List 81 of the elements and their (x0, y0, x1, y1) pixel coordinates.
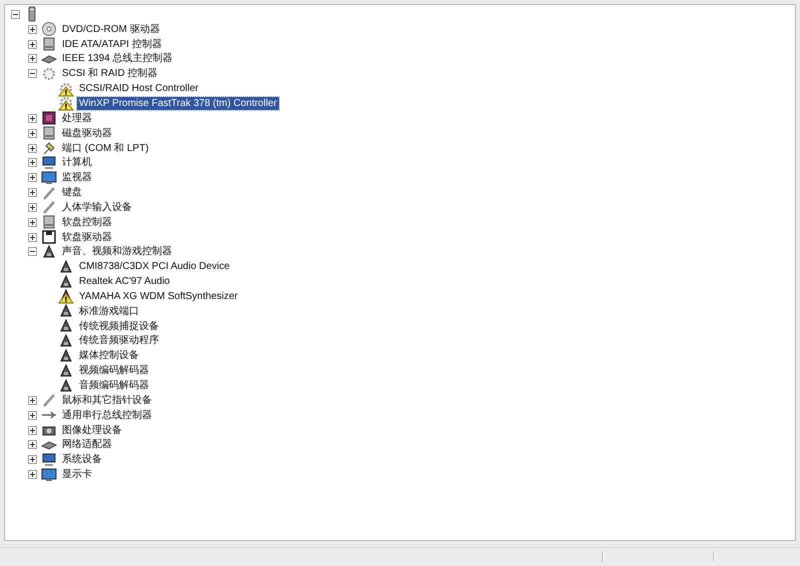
tower-icon (28, 6, 36, 22)
tree-item[interactable]: IEEE 1394 总线主控制器 (60, 52, 175, 66)
speaker-icon (60, 348, 72, 362)
expand-button[interactable] (28, 426, 37, 435)
speaker-icon (60, 334, 72, 346)
speaker-icon (60, 378, 72, 392)
tree-item[interactable]: Realtek AC'97 Audio (77, 275, 172, 288)
tree-item[interactable]: 传统视频捕捉设备 (77, 320, 161, 333)
drive-icon (44, 126, 54, 140)
tree-item[interactable]: 传统音频驱动程序 (77, 334, 161, 348)
tree-item[interactable]: 标准游戏端口 (77, 304, 141, 318)
tree-item[interactable]: 系统设备 (60, 453, 104, 466)
expand-button[interactable] (28, 470, 37, 480)
tree-item[interactable]: 人体学输入设备 (60, 200, 134, 214)
tree-item[interactable]: 计算机 (60, 156, 94, 170)
computer-icon (42, 156, 56, 169)
tree-item[interactable]: 媒体控制设备 (77, 349, 141, 362)
card-icon (41, 441, 57, 450)
expand-button[interactable] (28, 54, 37, 64)
collapse-button[interactable] (28, 69, 37, 78)
camera-icon (42, 426, 56, 436)
speaker-icon (60, 318, 72, 332)
tree-item[interactable]: SCSI/RAID Host Controller (77, 82, 200, 96)
expand-button[interactable] (28, 128, 37, 138)
speaker-icon (60, 363, 72, 376)
tree-item[interactable]: IDE ATA/ATAPI 控制器 (60, 38, 164, 51)
tree-item[interactable]: 图像处理设备 (60, 424, 124, 437)
expand-button[interactable] (28, 410, 37, 420)
tree-item[interactable]: 鼠标和其它指针设备 (60, 394, 154, 407)
tree-item[interactable]: 端口 (COM 和 LPT) (60, 142, 151, 155)
plug-icon (44, 142, 55, 155)
collapse-button[interactable] (28, 247, 37, 256)
collapse-button[interactable] (11, 10, 20, 19)
expand-button[interactable] (28, 24, 37, 34)
tree-item[interactable]: 软盘驱动器 (60, 230, 114, 244)
tree-item[interactable]: 磁盘驱动器 (60, 126, 114, 140)
monitor-icon (42, 468, 56, 481)
disc-icon (42, 22, 56, 36)
tree-item[interactable]: 监视器 (60, 171, 94, 184)
expand-button[interactable] (28, 188, 37, 198)
tree-item[interactable]: 软盘控制器 (60, 216, 114, 229)
expand-button[interactable] (28, 396, 37, 405)
expand-button[interactable] (28, 440, 37, 450)
tree-item[interactable]: YAMAHA XG WDM SoftSynthesizer (77, 290, 240, 303)
tree-item[interactable]: DVD/CD-ROM 驱动器 (60, 22, 162, 36)
tree-item[interactable]: 视频编码解码器 (77, 364, 151, 378)
expand-button[interactable] (28, 144, 37, 153)
expand-button[interactable] (28, 455, 37, 464)
computer-icon (42, 453, 56, 466)
drive-icon (44, 38, 54, 51)
expand-button[interactable] (28, 114, 37, 123)
monitor-icon (42, 171, 56, 184)
expand-button[interactable] (28, 232, 37, 242)
speaker-icon (60, 304, 72, 317)
tree-item[interactable]: 键盘 (60, 186, 84, 200)
speaker-icon (60, 274, 72, 288)
tree-item[interactable]: 显示卡 (60, 468, 94, 482)
usb-icon (41, 411, 57, 419)
pen-icon (43, 186, 55, 200)
expand-button[interactable] (28, 158, 37, 168)
chip-icon (42, 112, 56, 125)
tree-item[interactable]: SCSI 和 RAID 控制器 (60, 67, 160, 80)
speaker-icon (43, 244, 55, 258)
pen-icon (43, 394, 55, 408)
speaker-icon (60, 260, 72, 272)
pen-icon (43, 202, 55, 214)
card-icon (41, 55, 57, 64)
tree-item[interactable]: WinXP Promise FastTrak 378 (tm) Controller (77, 96, 279, 110)
gear-icon (43, 68, 55, 80)
drive-icon (44, 216, 54, 229)
tree-item[interactable]: CMI8738/C3DX PCI Audio Device (77, 260, 232, 274)
expand-button[interactable] (28, 202, 37, 212)
floppy-icon (42, 230, 56, 244)
expand-button[interactable] (28, 218, 37, 227)
tree-item[interactable]: 声音、视频和游戏控制器 (60, 245, 174, 258)
tree-item[interactable]: 网络适配器 (60, 438, 114, 452)
expand-button[interactable] (28, 173, 37, 182)
tree-item[interactable]: 处理器 (60, 112, 94, 125)
tree-item[interactable]: 音频编码解码器 (77, 379, 151, 392)
expand-button[interactable] (28, 40, 37, 49)
tree-item[interactable]: 通用串行总线控制器 (60, 408, 154, 422)
